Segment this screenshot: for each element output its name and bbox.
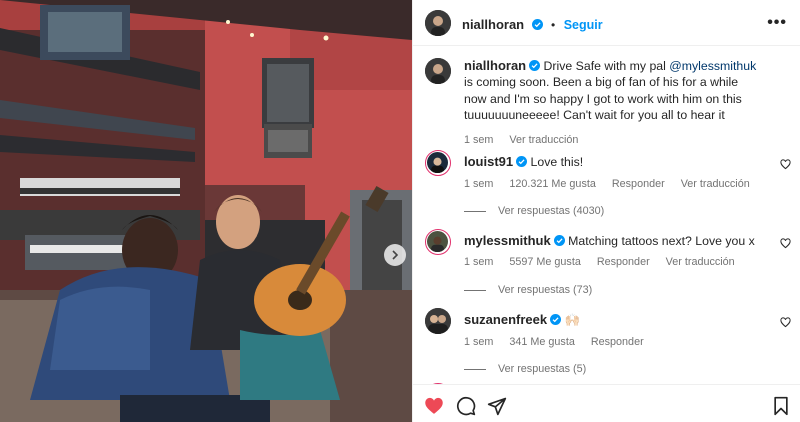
avatar-image [427,231,448,252]
replies-line [464,210,486,212]
comment-username[interactable]: suzanenfreek [464,312,547,327]
caption-mention-link[interactable]: @mylessmithuk [669,59,756,73]
comment-time[interactable]: 1 sem [464,336,493,348]
comment-icon[interactable] [456,396,476,416]
comment-body: 🙌🏻 [564,313,580,327]
comment-body: Matching tattoos next? Love you x [568,234,755,248]
comment-body: Love this! [530,155,584,169]
verified-icon [531,19,543,30]
comment-time[interactable]: 1 sem [464,256,493,268]
avatar-image [425,308,451,334]
avatar-image [427,152,448,173]
post-header: niallhoran • Seguir ••• [413,0,800,46]
caption-body-end: is coming soon. Been a big of fan of his… [464,75,742,123]
view-replies-button[interactable]: Ver respuestas (5) [464,363,586,375]
verified-icon [516,156,528,167]
comment-meta: 1 sem 120.321 Me gusta Responder Ver tra… [464,178,763,190]
bookmark-icon[interactable] [771,396,791,416]
comment-text: louist91 Love this! [464,154,764,170]
comment-avatar[interactable] [425,229,451,255]
translate-button[interactable]: Ver traducción [666,256,735,268]
comment-avatar[interactable] [425,308,451,334]
post-image [0,0,412,422]
comment-text: suzanenfreek 🙌🏻 [464,312,764,328]
comment-likes[interactable]: 120.321 Me gusta [509,178,595,190]
comment-likes[interactable]: 341 Me gusta [509,336,574,348]
caption-body-start: Drive Safe with my pal [543,59,670,73]
view-replies-button[interactable]: Ver respuestas (4030) [464,205,604,217]
reply-button[interactable]: Responder [612,178,665,190]
comment-likes[interactable]: 5597 Me gusta [509,256,580,268]
replies-line [464,289,486,291]
avatar-image [425,58,451,84]
comments-section: niallhoran Drive Safe with my pal @myles… [413,46,800,384]
chevron-right-icon [392,250,399,260]
carousel-next-button[interactable] [384,244,406,266]
caption-text: niallhoran Drive Safe with my pal @myles… [464,58,764,124]
view-replies-label: Ver respuestas (73) [498,284,593,296]
comment-username[interactable]: louist91 [464,154,513,169]
caption-username[interactable]: niallhoran [464,58,526,73]
view-replies-label: Ver respuestas (4030) [498,205,605,217]
caption-meta: 1 sem Ver traducción [464,134,591,146]
header-line: niallhoran • Seguir [462,16,603,34]
separator-dot: • [551,18,556,32]
comment-username[interactable]: mylessmithuk [464,233,551,248]
verified-icon [553,235,565,246]
caption-translate-button[interactable]: Ver traducción [509,134,578,146]
caption-avatar[interactable] [425,58,451,84]
like-comment-heart-icon[interactable] [780,317,791,328]
avatar-image [425,10,451,36]
caption-time[interactable]: 1 sem [464,134,493,146]
follow-button[interactable]: Seguir [564,18,603,32]
share-icon[interactable] [487,396,507,416]
comment-avatar[interactable] [425,150,451,176]
post-side-panel: niallhoran • Seguir ••• niallhoran Drive… [412,0,800,422]
comment-meta: 1 sem 341 Me gusta Responder [464,336,657,348]
replies-line [464,368,486,370]
verified-icon [529,60,541,71]
more-options-button[interactable]: ••• [767,14,787,32]
author-username[interactable]: niallhoran [462,17,524,32]
post-photo [0,0,412,422]
translate-button[interactable]: Ver traducción [681,178,750,190]
view-replies-button[interactable]: Ver respuestas (73) [464,284,592,296]
reply-button[interactable]: Responder [591,336,644,348]
heart-icon[interactable] [424,396,444,416]
comment-time[interactable]: 1 sem [464,178,493,190]
like-comment-heart-icon[interactable] [780,159,791,170]
like-comment-heart-icon[interactable] [780,238,791,249]
verified-icon [550,314,562,325]
comment-text: mylessmithuk Matching tattoos next? Love… [464,233,764,249]
reply-button[interactable]: Responder [597,256,650,268]
author-avatar[interactable] [425,10,451,36]
post-actions-bar [413,384,800,422]
comment-meta: 1 sem 5597 Me gusta Responder Ver traduc… [464,256,748,268]
view-replies-label: Ver respuestas (5) [498,363,587,375]
